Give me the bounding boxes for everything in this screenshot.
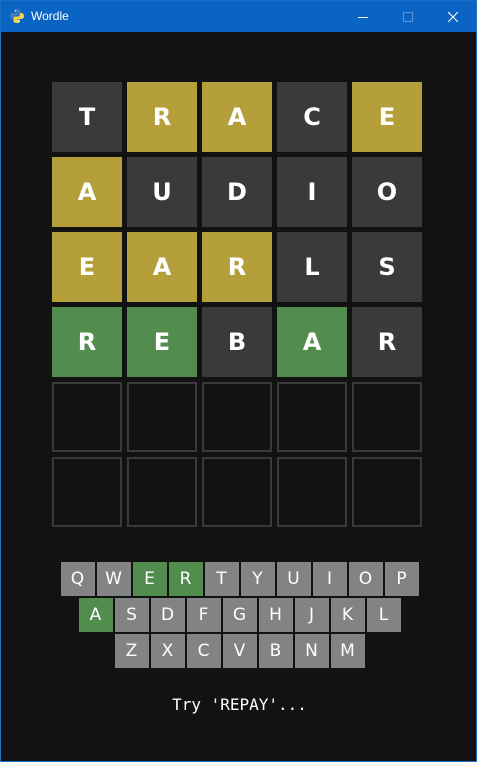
board-tile: O xyxy=(352,157,422,227)
window-title: Wordle xyxy=(31,9,69,23)
key-l[interactable]: L xyxy=(366,598,401,632)
board-tile xyxy=(352,382,422,452)
key-m[interactable]: M xyxy=(330,634,365,668)
keyboard-row: QWERTYUIOP xyxy=(1,562,477,596)
board-tile xyxy=(277,457,347,527)
key-i[interactable]: I xyxy=(312,562,347,596)
board-tile: A xyxy=(202,82,272,152)
board-tile xyxy=(277,382,347,452)
board-tile: A xyxy=(52,157,122,227)
key-r[interactable]: R xyxy=(168,562,203,596)
minimize-button[interactable] xyxy=(340,1,386,32)
key-o[interactable]: O xyxy=(348,562,383,596)
key-g[interactable]: G xyxy=(222,598,257,632)
key-a[interactable]: A xyxy=(78,598,113,632)
guess-board: TRACEAUDIOEARLSREBAR xyxy=(52,82,422,527)
board-tile: E xyxy=(52,232,122,302)
maximize-button[interactable] xyxy=(385,1,431,32)
key-t[interactable]: T xyxy=(204,562,239,596)
key-k[interactable]: K xyxy=(330,598,365,632)
python-icon xyxy=(9,8,25,24)
board-tile xyxy=(52,457,122,527)
board-tile: A xyxy=(277,307,347,377)
board-tile xyxy=(202,382,272,452)
status-message: Try 'REPAY'... xyxy=(172,695,307,714)
board-tile: R xyxy=(127,82,197,152)
board-tile: T xyxy=(52,82,122,152)
board-tile: I xyxy=(277,157,347,227)
key-u[interactable]: U xyxy=(276,562,311,596)
maximize-icon xyxy=(403,11,413,22)
board-tile: D xyxy=(202,157,272,227)
board-tile: S xyxy=(352,232,422,302)
board-tile: U xyxy=(127,157,197,227)
key-z[interactable]: Z xyxy=(114,634,149,668)
close-icon xyxy=(448,11,458,22)
board-tile xyxy=(127,457,197,527)
key-d[interactable]: D xyxy=(150,598,185,632)
board-tile: L xyxy=(277,232,347,302)
board-tile: B xyxy=(202,307,272,377)
key-f[interactable]: F xyxy=(186,598,221,632)
key-n[interactable]: N xyxy=(294,634,329,668)
key-q[interactable]: Q xyxy=(60,562,95,596)
key-b[interactable]: B xyxy=(258,634,293,668)
key-w[interactable]: W xyxy=(96,562,131,596)
keyboard-row: ASDFGHJKL xyxy=(1,598,477,632)
board-tile xyxy=(127,382,197,452)
key-e[interactable]: E xyxy=(132,562,167,596)
key-y[interactable]: Y xyxy=(240,562,275,596)
minimize-icon xyxy=(358,16,368,18)
board-tile: R xyxy=(202,232,272,302)
board-tile xyxy=(52,382,122,452)
board-tile xyxy=(202,457,272,527)
keyboard-row: ZXCVBNM xyxy=(1,634,477,668)
board-tile: R xyxy=(52,307,122,377)
key-v[interactable]: V xyxy=(222,634,257,668)
key-j[interactable]: J xyxy=(294,598,329,632)
board-tile: A xyxy=(127,232,197,302)
title-bar[interactable]: Wordle xyxy=(1,1,476,32)
board-tile: C xyxy=(277,82,347,152)
key-c[interactable]: C xyxy=(186,634,221,668)
board-tile xyxy=(352,457,422,527)
close-button[interactable] xyxy=(430,1,476,32)
board-tile: E xyxy=(352,82,422,152)
key-s[interactable]: S xyxy=(114,598,149,632)
key-x[interactable]: X xyxy=(150,634,185,668)
board-tile: E xyxy=(127,307,197,377)
key-h[interactable]: H xyxy=(258,598,293,632)
key-p[interactable]: P xyxy=(384,562,419,596)
board-tile: R xyxy=(352,307,422,377)
app-window: Wordle TRACEAUDIOEARLSREBAR QWERTYUIOPAS… xyxy=(0,0,477,762)
